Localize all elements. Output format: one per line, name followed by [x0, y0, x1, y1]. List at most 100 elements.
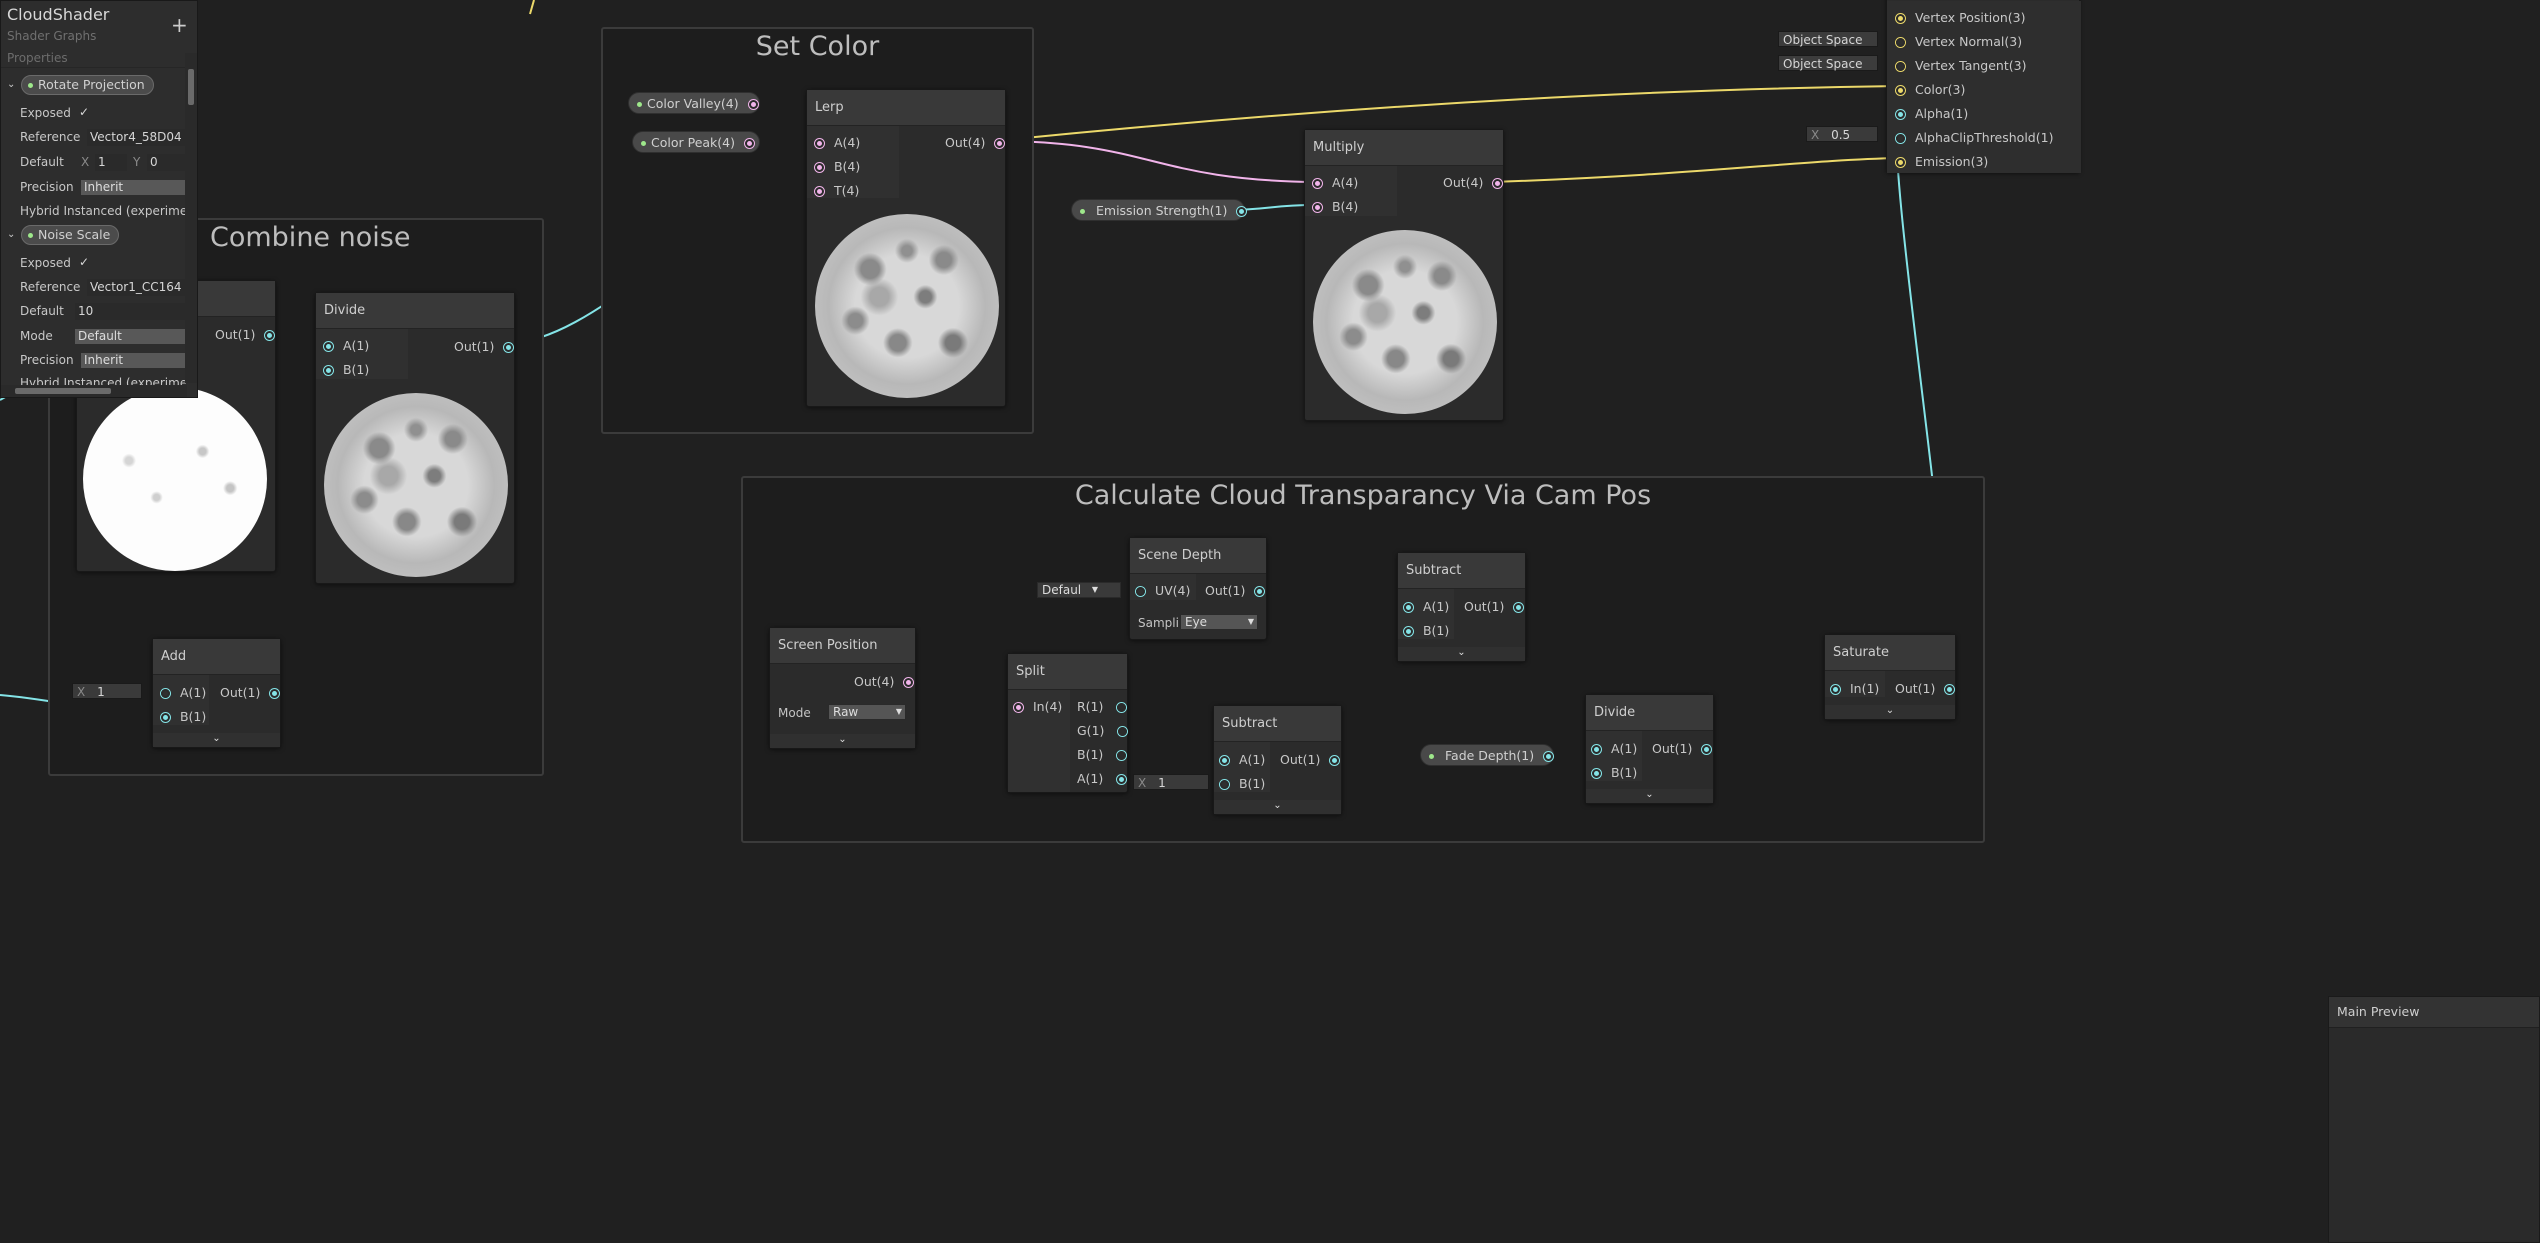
subtract-node[interactable]: Subtract A(1) B(1) Out(1) ⌄ [1213, 705, 1342, 815]
port-dot[interactable] [1220, 756, 1229, 765]
port-dot[interactable] [1896, 14, 1905, 23]
input-port-b[interactable]: B(4) [815, 159, 860, 174]
exposed-checkbox[interactable]: ✓ [79, 105, 89, 119]
port-dot[interactable] [995, 139, 1005, 148]
default-x-field[interactable]: 1 [95, 154, 127, 171]
port-dot[interactable] [504, 343, 514, 352]
mode-dropdown[interactable]: Raw ▼ [828, 704, 906, 720]
uv-default-dropdown[interactable]: Defaul ▼ [1037, 582, 1121, 598]
emission-strength-property[interactable]: Emission Strength(1) [1071, 199, 1247, 221]
master-port-vertex-normal[interactable]: Vertex Normal(3) [1896, 34, 2022, 49]
port-dot[interactable] [1831, 685, 1840, 694]
horizontal-scrollbar[interactable] [1, 385, 187, 397]
divide-node[interactable]: Divide A(1) B(1) Out(1) ⌄ [1585, 694, 1714, 804]
expand-chevron-icon[interactable]: ⌄ [1586, 789, 1713, 803]
reference-field[interactable]: Vector4_58D04 [87, 129, 185, 146]
port-dot[interactable] [1544, 752, 1554, 761]
precision-dropdown[interactable]: Inherit [81, 353, 185, 368]
port-dot[interactable] [161, 689, 170, 698]
input-port-in[interactable]: In(1) [1831, 681, 1879, 696]
divide-node[interactable]: Divide A(1) B(1) Out(1) [315, 292, 515, 584]
input-port-b[interactable]: B(1) [161, 709, 206, 724]
output-port[interactable]: Out(1) [1464, 599, 1524, 614]
port-dot[interactable] [1118, 727, 1128, 736]
input-port-uv[interactable]: UV(4) [1136, 583, 1190, 598]
input-port-in[interactable]: In(4) [1014, 699, 1062, 714]
input-port-t[interactable]: T(4) [815, 183, 859, 198]
vertex-normal-space[interactable]: Object Space [1778, 31, 1878, 47]
port-dot[interactable] [1592, 745, 1601, 754]
port-dot[interactable] [324, 342, 333, 351]
master-port-emission[interactable]: Emission(3) [1896, 154, 1988, 169]
master-node[interactable]: Vertex Position(3) Vertex Normal(3) Vert… [1886, 0, 2081, 173]
port-dot[interactable] [1117, 775, 1127, 784]
output-port[interactable]: Out(1) [454, 339, 514, 354]
subtract-b-default-field[interactable]: X 1 [1133, 774, 1209, 790]
scrollbar-thumb[interactable] [188, 69, 194, 105]
output-port[interactable]: Out(1) [1895, 681, 1955, 696]
chevron-down-icon[interactable]: ⌄ [7, 229, 15, 240]
port-dot[interactable] [1514, 603, 1524, 612]
input-port-a[interactable]: A(4) [1313, 175, 1358, 190]
master-port-vertex-position[interactable]: Vertex Position(3) [1896, 10, 2026, 25]
saturate-node[interactable]: Saturate In(1) Out(1) ⌄ [1824, 634, 1956, 720]
default-field[interactable]: 10 [75, 303, 185, 320]
main-preview-panel[interactable]: Main Preview [2328, 996, 2540, 1243]
output-port-r[interactable]: R(1) [1077, 699, 1127, 714]
input-port-a[interactable]: A(1) [161, 685, 206, 700]
port-dot[interactable] [1592, 769, 1601, 778]
output-port[interactable]: Out(1) [1652, 741, 1712, 756]
output-port-b[interactable]: B(1) [1077, 747, 1127, 762]
output-port-a[interactable]: A(1) [1077, 771, 1127, 786]
master-port-vertex-tangent[interactable]: Vertex Tangent(3) [1896, 58, 2026, 73]
screen-position-node[interactable]: Screen Position Out(4) Mode Raw ▼ ⌄ [769, 627, 916, 749]
input-port-a[interactable]: A(4) [815, 135, 860, 150]
split-node[interactable]: Split In(4) R(1) G(1) B(1) A(1) [1007, 653, 1128, 793]
add-a-default-field[interactable]: X 1 [72, 683, 142, 699]
expand-chevron-icon[interactable]: ⌄ [1398, 647, 1525, 661]
add-property-button[interactable]: + [171, 13, 188, 37]
port-dot[interactable] [265, 331, 275, 340]
input-port-b[interactable]: B(1) [1592, 765, 1637, 780]
output-port[interactable]: Out(1) [215, 327, 275, 342]
port-dot[interactable] [1404, 627, 1413, 636]
input-port-b[interactable]: B(1) [1220, 776, 1265, 791]
output-port[interactable]: Out(1) [1205, 583, 1265, 598]
vertical-scrollbar[interactable] [185, 53, 197, 383]
port-dot[interactable] [815, 163, 824, 172]
scene-depth-node[interactable]: Scene Depth UV(4) Out(1) Sampli Eye ▼ [1129, 537, 1267, 640]
port-dot[interactable] [324, 366, 333, 375]
port-dot[interactable] [1702, 745, 1712, 754]
blackboard-panel[interactable]: CloudShader Shader Graphs + Properties ⌄… [0, 0, 198, 398]
port-dot[interactable] [1896, 158, 1905, 167]
port-dot[interactable] [270, 689, 280, 698]
port-dot[interactable] [815, 139, 824, 148]
port-dot[interactable] [1330, 756, 1340, 765]
expand-chevron-icon[interactable]: ⌄ [1214, 800, 1341, 814]
output-port[interactable]: Out(1) [220, 685, 280, 700]
color-valley-property[interactable]: Color Valley(4) [628, 92, 760, 114]
port-dot[interactable] [1220, 780, 1229, 789]
output-port[interactable]: Out(4) [1443, 175, 1503, 190]
port-dot[interactable] [1945, 685, 1955, 694]
port-dot[interactable] [1136, 587, 1145, 596]
reference-field[interactable]: Vector1_CC164 [87, 279, 185, 296]
color-peak-property[interactable]: Color Peak(4) [632, 131, 760, 153]
expand-chevron-icon[interactable]: ⌄ [1825, 705, 1955, 719]
master-port-alpha[interactable]: Alpha(1) [1896, 106, 1968, 121]
port-dot[interactable] [744, 139, 754, 148]
port-dot[interactable] [815, 187, 824, 196]
port-dot[interactable] [1313, 179, 1322, 188]
input-port-b[interactable]: B(4) [1313, 199, 1358, 214]
default-y-field[interactable]: 0 [147, 154, 185, 171]
port-dot[interactable] [1014, 703, 1023, 712]
sampling-dropdown[interactable]: Eye ▼ [1180, 614, 1258, 630]
master-port-color[interactable]: Color(3) [1896, 82, 1965, 97]
scrollbar-thumb[interactable] [15, 388, 111, 394]
input-port-a[interactable]: A(1) [1404, 599, 1449, 614]
output-port[interactable]: Out(1) [1280, 752, 1340, 767]
port-dot[interactable] [1237, 207, 1247, 216]
port-dot[interactable] [1896, 38, 1905, 47]
output-port-g[interactable]: G(1) [1077, 723, 1128, 738]
multiply-node[interactable]: Multiply A(4) B(4) Out(4) [1304, 129, 1504, 421]
